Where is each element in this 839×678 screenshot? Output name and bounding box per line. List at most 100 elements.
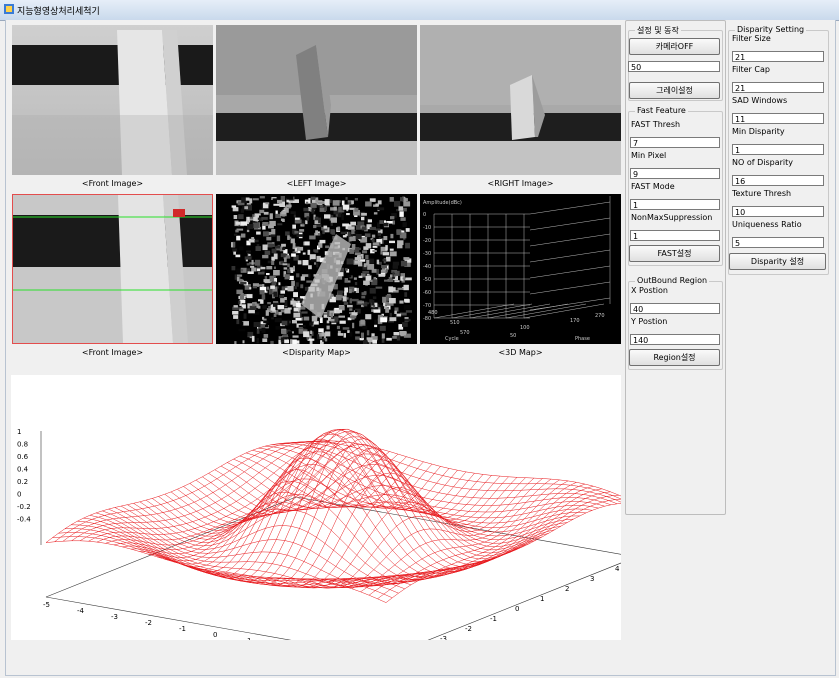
disparity-pixel: [292, 335, 299, 338]
disparity-pixel: [264, 250, 271, 255]
surface-mesh-line: [71, 440, 322, 542]
disparity-pixel: [294, 230, 299, 234]
disparity-pixel: [344, 278, 348, 282]
fast-setting-button[interactable]: FAST설정: [629, 245, 720, 262]
disparity-pixel: [290, 238, 295, 244]
disparity-pixel: [235, 229, 239, 233]
disparity-pixel: [320, 341, 324, 344]
sad-windows-field[interactable]: 11: [732, 113, 824, 124]
disparity-pixel: [242, 340, 245, 344]
filter-size-field[interactable]: 21: [732, 51, 824, 62]
disparity-pixel: [385, 307, 390, 313]
disparity-pixel: [355, 336, 361, 340]
disparity-pixel: [360, 319, 365, 325]
map3d-bottom-tick: 50: [510, 333, 516, 339]
disparity-pixel: [263, 320, 269, 324]
disparity-pixel: [289, 275, 294, 280]
x-tick-label: -2: [145, 619, 152, 627]
disparity-pixel: [249, 287, 252, 290]
disparity-pixel: [347, 226, 355, 230]
disparity-pixel: [262, 305, 267, 309]
y-tick-label: -2: [465, 625, 472, 633]
disparity-pixel: [342, 296, 347, 301]
disparity-pixel: [341, 214, 344, 220]
disparity-pixel: [240, 282, 247, 285]
map-3d: Amplitude(dBc) 0 -10 -20 -30 -40 -50 -60 -70 -80 4…: [420, 194, 621, 344]
gray-value-field[interactable]: 50: [628, 61, 720, 72]
disparity-pixel: [354, 260, 360, 264]
disparity-pixel: [398, 206, 404, 211]
gray-setting-button[interactable]: 그레이설정: [629, 82, 720, 99]
disparity-pixel: [315, 230, 318, 236]
disparity-pixel: [338, 315, 345, 318]
disparity-pixel: [240, 269, 244, 272]
disparity-pixel: [368, 258, 375, 264]
camera-off-button[interactable]: 카메라OFF: [629, 38, 720, 55]
disparity-pixel: [296, 297, 301, 302]
x-tick-label: 1: [247, 637, 251, 640]
num-disparity-field[interactable]: 16: [732, 175, 824, 186]
disparity-pixel: [256, 338, 259, 344]
disparity-pixel: [397, 287, 405, 290]
disparity-pixel: [238, 214, 244, 219]
disparity-pixel: [365, 314, 372, 320]
disparity-pixel: [400, 217, 406, 221]
disparity-pixel: [260, 321, 264, 324]
disparity-pixel: [300, 284, 304, 289]
fast-thresh-field[interactable]: 7: [630, 137, 720, 148]
z-tick-label: 1: [17, 428, 21, 436]
region-setting-button[interactable]: Region설정: [629, 349, 720, 366]
disparity-pixel: [244, 256, 252, 260]
disparity-pixel: [305, 220, 308, 225]
right-image-caption: <RIGHT Image>: [487, 179, 554, 188]
disparity-pixel: [347, 330, 350, 333]
disparity-pixel: [296, 302, 301, 308]
disparity-pixel: [353, 277, 357, 280]
disparity-pixel: [347, 200, 352, 203]
y-position-field[interactable]: 140: [630, 334, 720, 345]
disparity-pixel: [273, 291, 278, 297]
disparity-pixel: [309, 322, 313, 326]
disparity-pixel: [286, 196, 294, 200]
disparity-pixel: [380, 252, 383, 255]
disparity-pixel: [330, 217, 337, 223]
y-tick-label: 3: [590, 575, 594, 583]
surface-mesh-line: [275, 477, 526, 589]
nonmax-field[interactable]: 1: [630, 230, 720, 241]
disparity-pixel: [379, 325, 386, 331]
disparity-pixel: [253, 322, 261, 328]
texture-thresh-field[interactable]: 10: [732, 206, 824, 217]
disparity-pixel: [271, 281, 277, 286]
disparity-pixel: [236, 235, 241, 241]
disparity-pixel: [392, 261, 400, 266]
disparity-pixel: [287, 268, 291, 274]
min-disparity-field[interactable]: 1: [732, 144, 824, 155]
disparity-pixel: [385, 245, 388, 251]
filter-cap-field[interactable]: 21: [732, 82, 824, 93]
x-position-field[interactable]: 40: [630, 303, 720, 314]
disparity-pixel: [299, 229, 305, 232]
min-pixel-field[interactable]: 9: [630, 168, 720, 179]
disparity-pixel: [309, 340, 313, 344]
disparity-pixel: [278, 282, 281, 286]
disparity-pixel: [306, 216, 309, 221]
disparity-pixel: [278, 311, 282, 316]
disparity-pixel: [347, 304, 353, 308]
map3d-bottom-tick: 100: [520, 325, 530, 331]
disparity-pixel: [362, 270, 370, 274]
disparity-pixel: [377, 207, 385, 211]
uniqueness-ratio-field[interactable]: 5: [732, 237, 824, 248]
y-position-label: Y Postion: [631, 317, 668, 326]
disparity-pixel: [351, 312, 358, 315]
disparity-pixel: [239, 321, 244, 326]
disparity-pixel: [269, 220, 276, 226]
disparity-pixel: [367, 219, 372, 223]
fast-mode-field[interactable]: 1: [630, 199, 720, 210]
sad-windows-label: SAD Windows: [732, 96, 788, 105]
disparity-setting-button[interactable]: Disparity 설정: [729, 253, 826, 270]
disparity-pixel: [327, 310, 330, 317]
disparity-pixel: [268, 288, 273, 295]
disparity-pixel: [374, 324, 378, 328]
disparity-pixel: [316, 334, 320, 340]
disparity-pixel: [389, 251, 397, 257]
